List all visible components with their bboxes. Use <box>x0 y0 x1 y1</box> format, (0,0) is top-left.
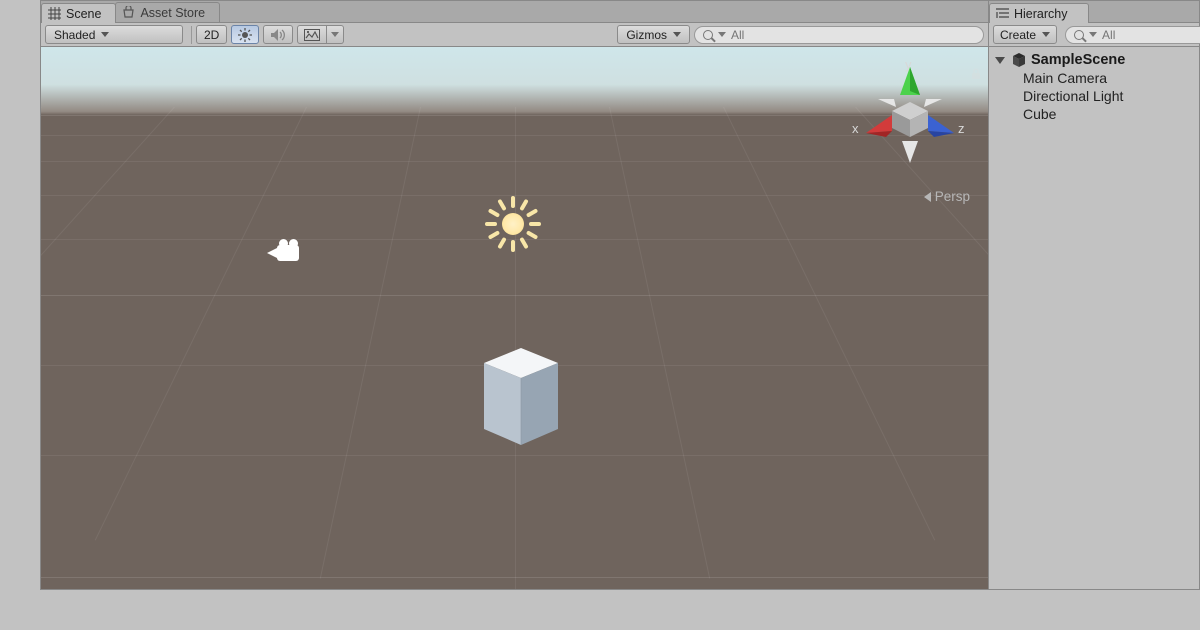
hierarchy-item-label: Main Camera <box>1023 70 1107 86</box>
gizmos-label: Gizmos <box>626 28 667 42</box>
arrow-left-icon <box>924 192 931 202</box>
hierarchy-panel: Hierarchy Create SampleScene Main Camera <box>988 0 1200 590</box>
hierarchy-root[interactable]: SampleScene <box>989 51 1199 69</box>
expand-triangle-icon[interactable] <box>995 57 1005 64</box>
chevron-down-icon <box>331 32 339 37</box>
audio-icon <box>270 28 286 42</box>
gizmo-y-label: y <box>905 57 912 72</box>
2d-label: 2D <box>204 28 219 42</box>
gizmo-z-label: z <box>958 121 965 136</box>
effects-dropdown-button[interactable] <box>327 25 344 44</box>
projection-label: Persp <box>935 189 970 204</box>
camera-gizmo-icon[interactable] <box>267 242 301 264</box>
directional-light-gizmo-icon[interactable] <box>485 196 541 252</box>
search-icon <box>1074 30 1084 40</box>
hierarchy-item-label: Cube <box>1023 106 1056 122</box>
gizmos-dropdown[interactable]: Gizmos <box>617 25 690 44</box>
orientation-gizmo[interactable]: y x z <box>850 59 970 179</box>
tab-scene-label: Scene <box>66 7 101 21</box>
hierarchy-search-input[interactable] <box>1102 28 1200 42</box>
hierarchy-root-label: SampleScene <box>1031 52 1125 68</box>
scene-viewport[interactable]: y x z Persp <box>41 47 988 589</box>
tab-asset-store[interactable]: Asset Store <box>115 2 220 22</box>
hierarchy-search[interactable] <box>1065 26 1200 44</box>
tab-asset-store-label: Asset Store <box>140 6 205 20</box>
hierarchy-item-cube[interactable]: Cube <box>989 105 1199 123</box>
search-scope-dropdown-icon[interactable] <box>1089 32 1097 37</box>
hierarchy-item-directional-light[interactable]: Directional Light <box>989 87 1199 105</box>
shading-mode-label: Shaded <box>54 28 95 42</box>
scene-search-input[interactable] <box>731 28 975 42</box>
cube-object[interactable] <box>473 345 569 448</box>
search-icon <box>703 30 713 40</box>
hierarchy-tab-icon <box>996 8 1009 20</box>
image-icon <box>304 29 320 41</box>
scene-sky <box>41 47 988 115</box>
effects-toggle-button[interactable] <box>297 25 327 44</box>
create-dropdown[interactable]: Create <box>993 25 1057 44</box>
hierarchy-toolbar: Create <box>989 23 1199 47</box>
hierarchy-item-label: Directional Light <box>1023 88 1123 104</box>
asset-store-tab-icon <box>122 6 135 19</box>
create-label: Create <box>1000 28 1036 42</box>
projection-mode[interactable]: Persp <box>924 189 970 204</box>
tab-hierarchy[interactable]: Hierarchy <box>989 3 1089 23</box>
unity-scene-icon <box>1011 52 1027 68</box>
hierarchy-tab-row: Hierarchy <box>989 1 1199 23</box>
search-scope-dropdown-icon[interactable] <box>718 32 726 37</box>
toolbar-divider <box>191 26 192 44</box>
scene-tab-icon <box>48 7 61 20</box>
tab-hierarchy-label: Hierarchy <box>1014 7 1068 21</box>
lighting-toggle-button[interactable] <box>231 25 259 44</box>
2d-toggle-button[interactable]: 2D <box>196 25 227 44</box>
audio-toggle-button[interactable] <box>263 25 293 44</box>
tab-scene[interactable]: Scene <box>41 3 116 23</box>
shading-mode-dropdown[interactable]: Shaded <box>45 25 183 44</box>
lock-icon[interactable] <box>970 67 982 79</box>
hierarchy-item-main-camera[interactable]: Main Camera <box>989 69 1199 87</box>
gizmo-x-label: x <box>852 121 859 136</box>
scene-toolbar: Shaded 2D <box>41 23 988 47</box>
hierarchy-tree[interactable]: SampleScene Main Camera Directional Ligh… <box>989 47 1199 589</box>
scene-tab-row: Scene Asset Store <box>41 1 988 23</box>
light-icon <box>238 28 252 42</box>
scene-panel: Scene Asset Store Shaded 2D <box>40 0 989 590</box>
scene-search[interactable] <box>694 26 984 44</box>
